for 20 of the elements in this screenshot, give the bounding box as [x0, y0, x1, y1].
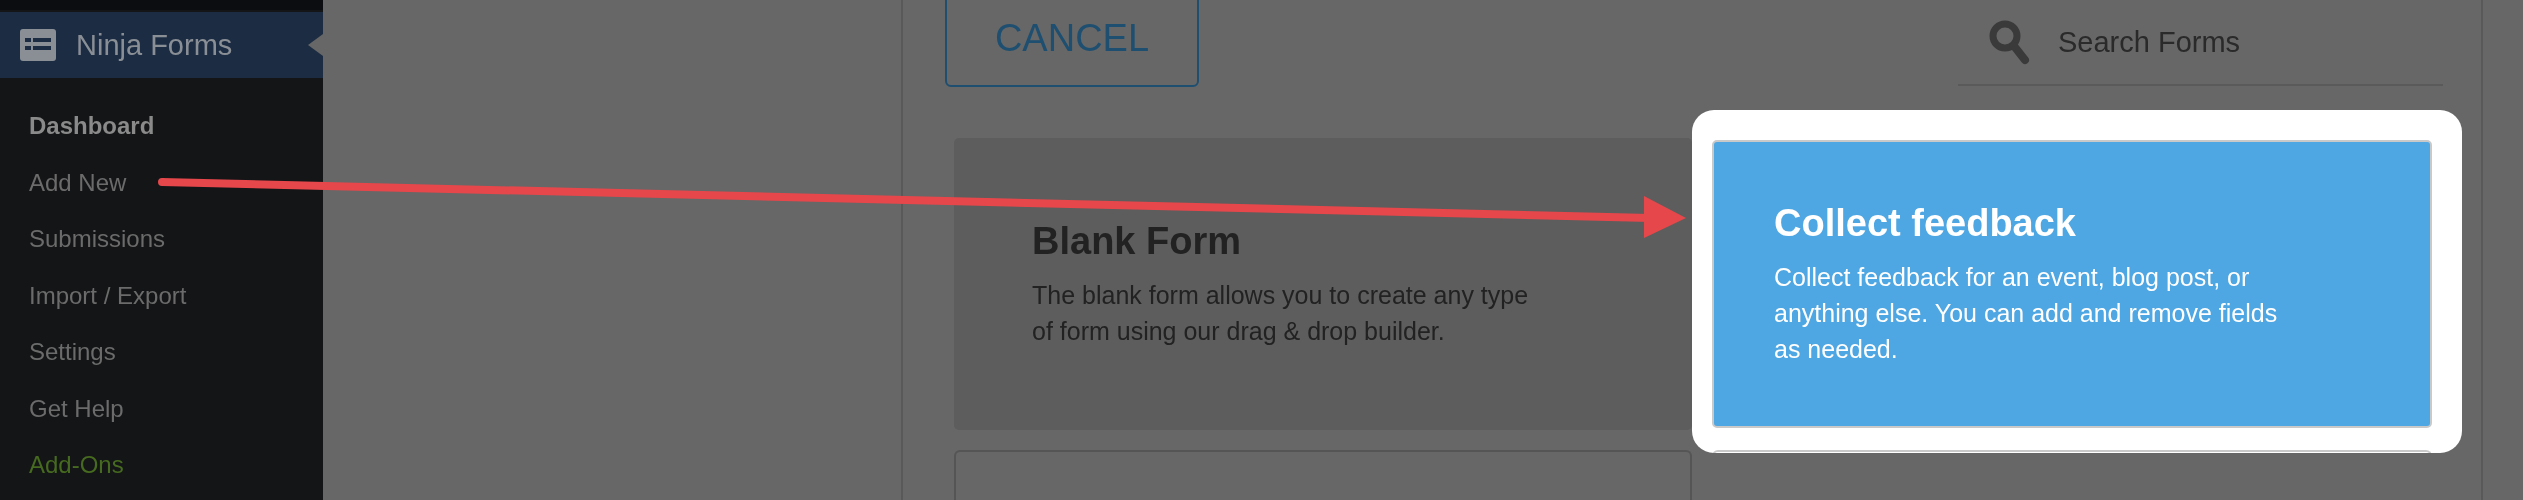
search-icon — [1988, 19, 2030, 65]
menu-item[interactable]: Dashboard — [0, 98, 323, 155]
menu-item[interactable]: Add New — [0, 154, 323, 211]
menu-item[interactable]: Get Help — [0, 380, 323, 437]
menu-header[interactable]: Ninja Forms — [0, 12, 323, 78]
card-title: Collect feedback — [1774, 202, 2077, 245]
menu-title: Ninja Forms — [76, 28, 233, 62]
search-field[interactable]: Search Forms — [1958, 0, 2443, 86]
template-card[interactable]: Collect feedback Collect feedback for an event, blog post, or anything else. You can add and remove fields as needed. — [1712, 140, 2432, 428]
menu-item[interactable]: Settings — [0, 324, 323, 381]
card-description: The blank form allows you to create any type of form using our drag & drop builder. — [1032, 280, 1530, 347]
card-title: Blank Form — [1032, 220, 1243, 263]
pointer-icon — [308, 34, 323, 56]
menu-item[interactable]: Submissions — [0, 211, 323, 268]
template-card[interactable]: Blank Form The blank form allows you to create any type of form using our drag & drop builder. — [954, 138, 1692, 430]
card-description: Collect feedback for an event, blog post, or anything else. You can add and remove fields as needed. — [1774, 262, 2279, 365]
menu-item[interactable]: Add-Ons — [0, 437, 323, 494]
menu-item[interactable]: Import / Export — [0, 267, 323, 324]
search-input[interactable]: Search Forms — [2058, 25, 2418, 59]
form-icon — [20, 29, 56, 61]
